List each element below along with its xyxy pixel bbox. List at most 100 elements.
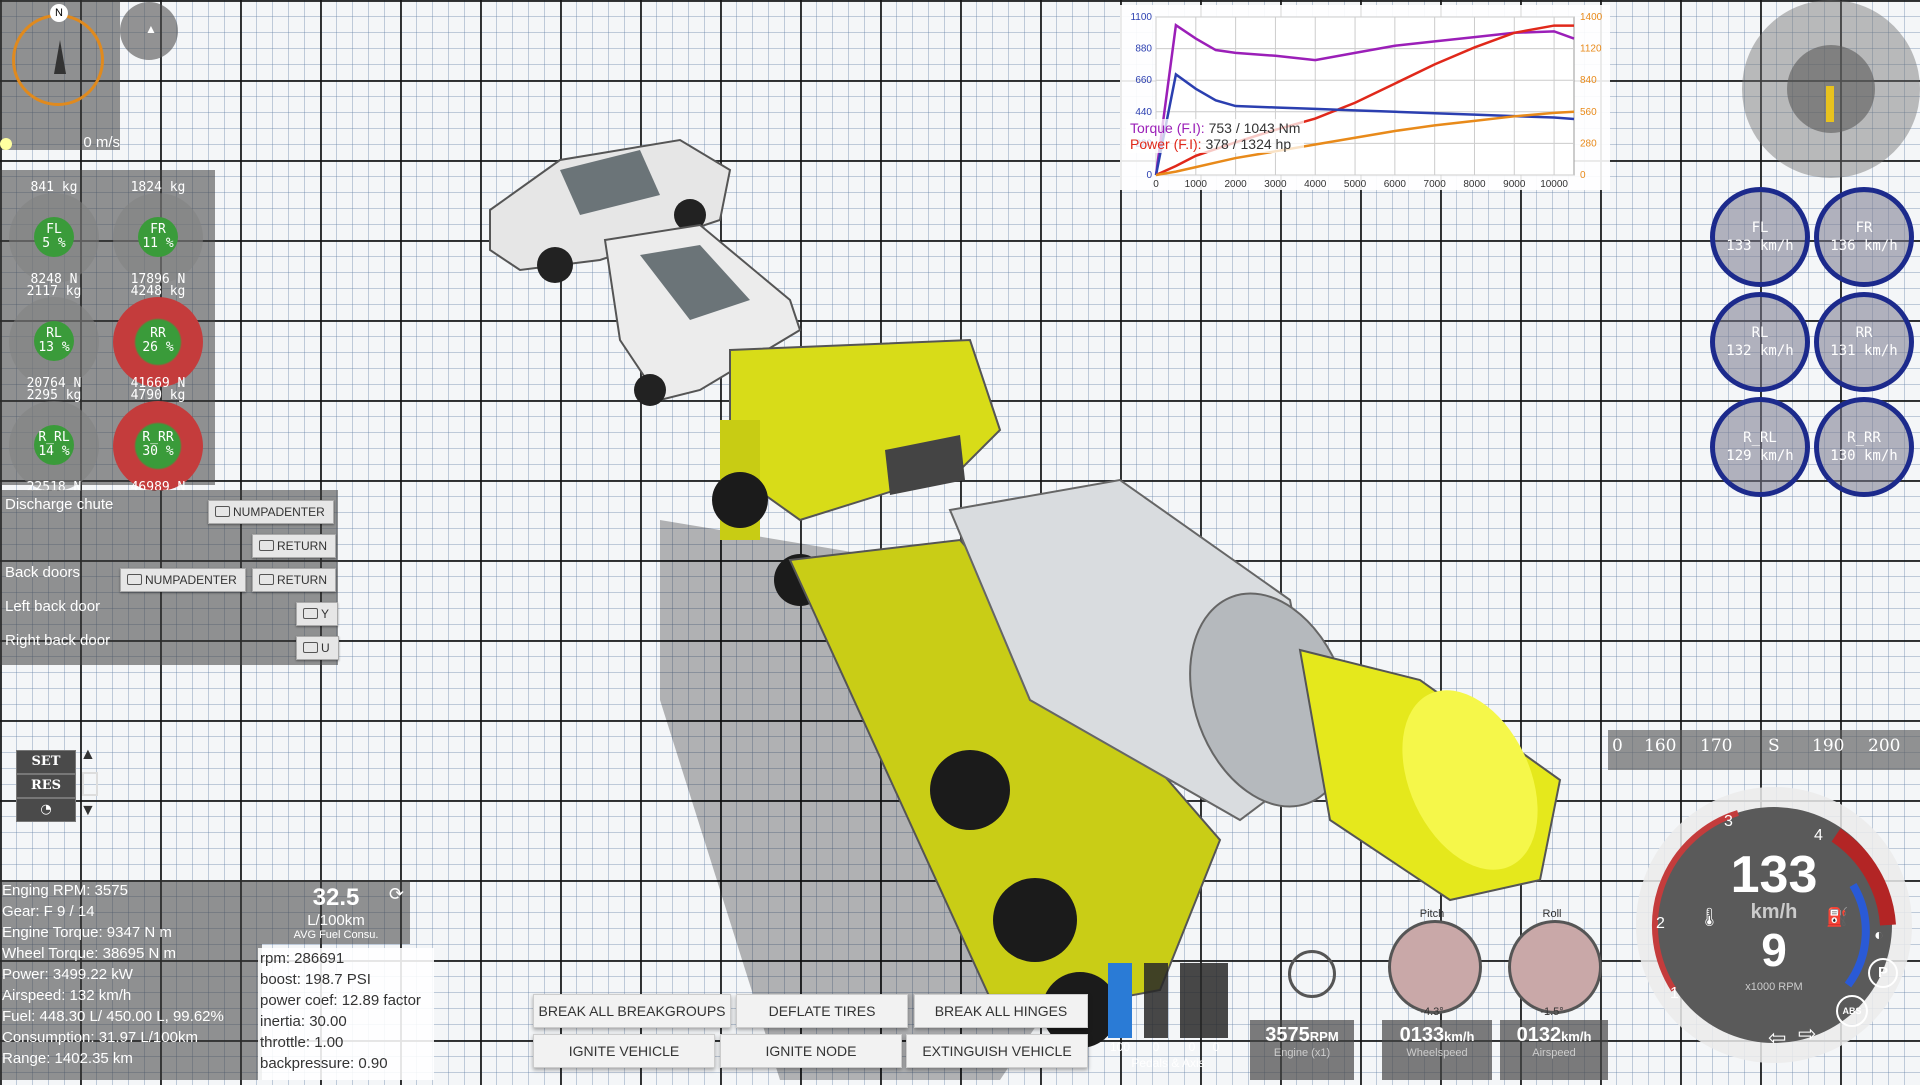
minimap[interactable]: [1742, 0, 1920, 178]
compass-panel: N 0 m/s: [0, 0, 120, 151]
speed-indicator-dot: [0, 138, 12, 150]
chart-left-tick-label: 440: [1135, 107, 1152, 118]
chart-right-tick-label: 840: [1580, 75, 1597, 86]
debug-inertia: inertia: 30.00: [260, 1013, 347, 1030]
roll-value: -1.5°: [1540, 1006, 1564, 1018]
chart-right-tick-label: 1400: [1580, 12, 1603, 23]
chart-left-tick-label: 0: [1146, 170, 1152, 181]
chart-x-tick-label: 2000: [1224, 179, 1247, 190]
rpm-tick-4: 4: [1814, 827, 1823, 844]
steering-wheel-icon: [1288, 950, 1336, 998]
legend-power-value: 378 / 1324 hp: [1205, 136, 1292, 152]
discharge-key-return-button[interactable]: RETURN: [252, 534, 336, 558]
chart-left-tick-label: 660: [1135, 75, 1152, 86]
pedal-throttle-bar: [1108, 963, 1132, 1038]
left-back-door-key-button[interactable]: Y: [296, 602, 339, 626]
reset-refresh-icon[interactable]: ⟳: [389, 884, 404, 905]
wheel-speed-r-rr: R_RR 130 km/h: [1814, 397, 1914, 497]
extinguish-vehicle-button[interactable]: EXTINGUISH VEHICLE: [906, 1034, 1088, 1068]
chart-right-tick-label: 280: [1580, 138, 1597, 149]
chart-x-tick-label: 10000: [1540, 179, 1568, 190]
debug-rpm: rpm: 286691: [260, 950, 345, 967]
keyboard-icon: [127, 574, 142, 585]
discharge-key-numpadenter-button[interactable]: NUMPADENTER: [208, 500, 334, 524]
wheelspeed-readout: 0133km/h Wheelspeed: [1382, 1020, 1492, 1080]
heading-tick: 160: [1644, 736, 1677, 756]
player-marker-icon: [1826, 86, 1834, 122]
rpm-caption: x1000 RPM: [1745, 981, 1803, 993]
cruise-gauge-icon[interactable]: ◔: [16, 798, 76, 822]
discharge-chute-label: Discharge chute: [5, 496, 114, 513]
stat-power: Power: 3499.22 kW: [2, 966, 133, 983]
headlight-icon: ◐: [1874, 927, 1884, 944]
legend-torque-label: Torque (F.I):: [1130, 120, 1205, 136]
pedal-parking-bar: [1204, 963, 1228, 1038]
rpm-tick-2: 2: [1656, 915, 1665, 932]
speedometer: 1 2 3 4 133 km/h 9 x1000 RPM 🌡 ⛽ ◐ P ABS…: [1618, 775, 1920, 1080]
deflate-tires-button[interactable]: DEFLATE TIRES: [736, 994, 908, 1028]
stat-range: Range: 1402.35 km: [2, 1050, 133, 1067]
heading-tick: 200: [1868, 736, 1901, 756]
wheel-speed-fr: FR 136 km/h: [1814, 187, 1914, 287]
chart-x-tick-label: 1000: [1185, 179, 1208, 190]
heading-strip: 0 160 170 S 190 200: [1608, 730, 1920, 770]
avg-fuel-panel: 32.5 L/100km AVG Fuel Consu. ⟳: [262, 880, 410, 944]
compass-needle-icon: [54, 40, 66, 74]
avg-fuel-caption: AVG Fuel Consu.: [293, 929, 379, 941]
debug-boost: boost: 198.7 PSI: [260, 971, 371, 988]
engine-rpm-readout: 3575RPM Engine (x1): [1250, 1020, 1354, 1080]
ignite-node-button[interactable]: IGNITE NODE: [720, 1034, 902, 1068]
wheel-speed-rl: RL 132 km/h: [1710, 292, 1810, 392]
chart-x-tick-label: 5000: [1344, 179, 1367, 190]
break-all-breakgroups-button[interactable]: BREAK ALL BREAKGROUPS: [533, 994, 731, 1028]
cruise-res-button[interactable]: RES: [16, 774, 76, 798]
torque-curve-chart: 0 1000 2000 3000 4000 5000 6000 7000 8000 9000 100…: [1120, 5, 1610, 190]
pedal-brake-bar: [1144, 963, 1168, 1038]
break-all-hinges-button[interactable]: BREAK ALL HINGES: [914, 994, 1088, 1028]
compass-north-label: N: [50, 4, 68, 22]
cruise-up-arrow-icon[interactable]: ▲: [80, 746, 96, 764]
tire-gauge-r-rr: 4790 kg R_RR 30 % 46989 N: [108, 388, 208, 495]
cruise-set-button[interactable]: SET: [16, 750, 76, 774]
stat-fuel: Fuel: 448.30 L/ 450.00 L, 99.62%: [2, 1008, 224, 1025]
wheel-speed-rr: RR 131 km/h: [1814, 292, 1914, 392]
chart-x-tick-label: 3000: [1264, 179, 1287, 190]
cruise-down-arrow-icon[interactable]: ▼: [80, 802, 96, 820]
chart-x-tick-label: 9000: [1503, 179, 1526, 190]
gear-value: 9: [1761, 924, 1787, 976]
ignite-vehicle-button[interactable]: IGNITE VEHICLE: [533, 1034, 715, 1068]
roll-truck-icon: [1508, 920, 1602, 1014]
heading-tick: S: [1768, 736, 1780, 756]
pedal-clutch-bar: [1180, 963, 1204, 1038]
debug-power-coef: power coef: 12.89 factor: [260, 992, 421, 1009]
torque-chart-legend: Torque (F.I): 753 / 1043 Nm Power (F.I):…: [1126, 119, 1305, 153]
turn-signal-right-icon: ⇨: [1798, 1021, 1817, 1046]
legend-torque-value: 753 / 1043 Nm: [1208, 120, 1301, 136]
torque-chart-svg: 0 1000 2000 3000 4000 5000 6000 7000 8000 9000 100…: [1130, 12, 1603, 190]
back-doors-key-return-button[interactable]: RETURN: [252, 568, 336, 592]
mixer-chute: [1298, 648, 1562, 902]
cruise-control-panel: SET RES ◔ ▲ ▼: [12, 742, 102, 827]
pedal-brake-value: 0: [1152, 1040, 1160, 1054]
chart-x-tick-label: 7000: [1424, 179, 1447, 190]
rpm-tick-3: 3: [1724, 813, 1733, 830]
stat-wheel-torque: Wheel Torque: 38695 N m: [2, 945, 176, 962]
pedals-panel: 100 0 0 0 Pedals & Axis: [1106, 958, 1230, 1074]
roll-label: Roll: [1542, 908, 1562, 920]
chart-x-tick-label: 0: [1153, 179, 1159, 190]
right-back-door-key-button[interactable]: U: [296, 636, 339, 660]
turn-signal-left-icon: ⇦: [1768, 1025, 1787, 1050]
right-back-door-label: Right back door: [5, 632, 111, 649]
chart-left-tick-label: 1100: [1130, 12, 1152, 23]
roll-indicator: Roll -1.5°: [1504, 908, 1602, 1018]
fuel-pump-icon: ⛽: [1826, 907, 1849, 927]
chart-right-tick-label: 560: [1580, 107, 1597, 118]
debug-backpressure: backpressure: 0.90: [260, 1055, 388, 1072]
legend-power-label: Power (F.I):: [1130, 136, 1202, 152]
airspeed-readout: 0132km/h Airspeed: [1500, 1020, 1608, 1080]
stat-engine-torque: Engine Torque: 9347 N m: [2, 924, 172, 941]
back-doors-key-numpadenter-button[interactable]: NUMPADENTER: [120, 568, 246, 592]
avg-fuel-unit: L/100km: [307, 912, 365, 929]
tire-gauge-fl: 841 kg FL 5 % 8248 N: [4, 180, 104, 287]
pitch-label: Pitch: [1419, 908, 1445, 920]
